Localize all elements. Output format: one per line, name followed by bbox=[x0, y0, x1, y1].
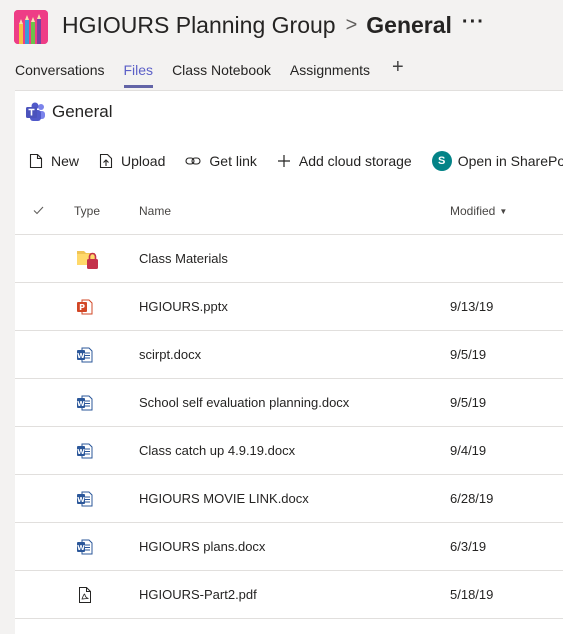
word-icon: W bbox=[77, 443, 93, 458]
file-modified: 6/28/19 bbox=[450, 491, 494, 506]
new-file-icon bbox=[29, 153, 43, 169]
tab-assignments[interactable]: Assignments bbox=[290, 58, 370, 85]
files-toolbar: New Upload Get link Add cloud storage S … bbox=[29, 151, 563, 171]
table-row[interactable]: W School self evaluation planning.docx 9… bbox=[15, 379, 563, 427]
table-row[interactable]: W HGIOURS MOVIE LINK.docx 6/28/19 bbox=[15, 475, 563, 523]
file-type-cell: W bbox=[74, 538, 139, 556]
pdf-icon bbox=[79, 586, 91, 603]
file-modified: 9/5/19 bbox=[450, 347, 487, 362]
table-row[interactable]: W HGIOURS plans.docx 6/3/19 bbox=[15, 523, 563, 571]
open-in-sharepoint-button[interactable]: S Open in SharePoint bbox=[431, 151, 563, 171]
svg-text:P: P bbox=[79, 303, 85, 312]
channel-name: General bbox=[366, 12, 452, 38]
word-icon: W bbox=[77, 539, 93, 554]
checkmark-icon bbox=[33, 206, 44, 214]
more-options-icon[interactable]: ··· bbox=[462, 11, 485, 34]
add-tab-icon[interactable]: + bbox=[392, 56, 404, 88]
table-row[interactable]: W scirpt.docx 9/5/19 bbox=[15, 331, 563, 379]
teams-icon bbox=[26, 102, 45, 121]
channel-title: HGIOURS Planning Group > General ··· bbox=[62, 11, 485, 39]
table-row[interactable]: HGIOURS-Part2.pdf 5/18/19 bbox=[15, 571, 563, 619]
file-name[interactable]: HGIOURS MOVIE LINK.docx bbox=[139, 491, 450, 506]
open-in-sharepoint-label: Open in SharePoint bbox=[457, 153, 563, 169]
file-type-cell: W bbox=[74, 346, 139, 364]
file-type-cell bbox=[74, 248, 139, 270]
get-link-label: Get link bbox=[209, 153, 257, 169]
file-modified: 9/4/19 bbox=[450, 443, 487, 458]
tab-files[interactable]: Files bbox=[123, 58, 153, 88]
file-name[interactable]: HGIOURS plans.docx bbox=[139, 539, 450, 554]
upload-icon bbox=[99, 153, 113, 169]
file-type-cell: W bbox=[74, 394, 139, 412]
table-row[interactable]: W Class catch up 4.9.19.docx 9/4/19 bbox=[15, 427, 563, 475]
file-type-cell: W bbox=[74, 490, 139, 508]
column-header-name[interactable]: Name bbox=[139, 204, 450, 218]
file-name[interactable]: HGIOURS-Part2.pdf bbox=[139, 587, 450, 602]
team-name[interactable]: HGIOURS Planning Group bbox=[62, 12, 336, 39]
tab-class-notebook[interactable]: Class Notebook bbox=[172, 58, 271, 85]
file-modified: 9/13/19 bbox=[450, 299, 494, 314]
svg-text:W: W bbox=[77, 496, 85, 504]
table-row[interactable]: Class Materials bbox=[15, 235, 563, 283]
word-icon: W bbox=[77, 395, 93, 410]
get-link-button[interactable]: Get link bbox=[185, 153, 257, 169]
channel-tabs: Conversations Files Class Notebook Assig… bbox=[15, 56, 404, 90]
add-cloud-storage-button[interactable]: Add cloud storage bbox=[277, 153, 412, 169]
files-breadcrumb: General bbox=[25, 101, 112, 123]
file-type-cell: W bbox=[74, 442, 139, 460]
table-header: Type Name Modified ▼ bbox=[15, 187, 563, 235]
word-icon: W bbox=[77, 491, 93, 506]
table-row[interactable]: P HGIOURS.pptx 9/13/19 bbox=[15, 283, 563, 331]
file-name[interactable]: Class Materials bbox=[139, 251, 450, 266]
file-name[interactable]: HGIOURS.pptx bbox=[139, 299, 450, 314]
upload-button[interactable]: Upload bbox=[99, 153, 165, 169]
sort-descending-icon: ▼ bbox=[499, 206, 508, 216]
new-button[interactable]: New bbox=[29, 153, 79, 169]
upload-label: Upload bbox=[121, 153, 166, 169]
files-table: Type Name Modified ▼ Class Materials P H… bbox=[15, 187, 563, 619]
file-name[interactable]: scirpt.docx bbox=[139, 347, 450, 362]
svg-text:W: W bbox=[77, 352, 85, 360]
svg-text:W: W bbox=[77, 400, 85, 408]
file-type-cell: P bbox=[74, 298, 139, 316]
sharepoint-icon: S bbox=[431, 151, 452, 171]
column-header-modified-label: Modified bbox=[450, 203, 496, 218]
file-name[interactable]: School self evaluation planning.docx bbox=[139, 395, 450, 410]
file-name[interactable]: Class catch up 4.9.19.docx bbox=[139, 443, 450, 458]
svg-text:W: W bbox=[77, 448, 85, 456]
file-modified: 9/5/19 bbox=[450, 395, 487, 410]
svg-text:W: W bbox=[77, 544, 85, 552]
file-modified: 5/18/19 bbox=[450, 587, 494, 602]
powerpoint-icon: P bbox=[77, 299, 93, 314]
file-modified: 6/3/19 bbox=[450, 539, 487, 554]
column-header-modified[interactable]: Modified ▼ bbox=[450, 204, 563, 218]
select-all-checkbox[interactable] bbox=[15, 204, 74, 218]
new-label: New bbox=[51, 153, 80, 169]
team-logo[interactable] bbox=[14, 10, 48, 44]
word-icon: W bbox=[77, 347, 93, 362]
column-header-type[interactable]: Type bbox=[74, 204, 139, 218]
breadcrumb-label[interactable]: General bbox=[52, 102, 112, 122]
channel-header: HGIOURS Planning Group > General ··· Con… bbox=[0, 0, 563, 90]
files-panel: General New Upload Get link Add cloud st… bbox=[15, 90, 563, 634]
link-icon bbox=[185, 157, 201, 165]
breadcrumb-separator: > bbox=[345, 14, 358, 36]
plus-icon bbox=[277, 155, 290, 167]
folder-locked-icon bbox=[77, 250, 98, 269]
file-type-cell bbox=[74, 586, 139, 604]
tab-conversations[interactable]: Conversations bbox=[15, 58, 105, 85]
add-cloud-storage-label: Add cloud storage bbox=[298, 153, 412, 169]
